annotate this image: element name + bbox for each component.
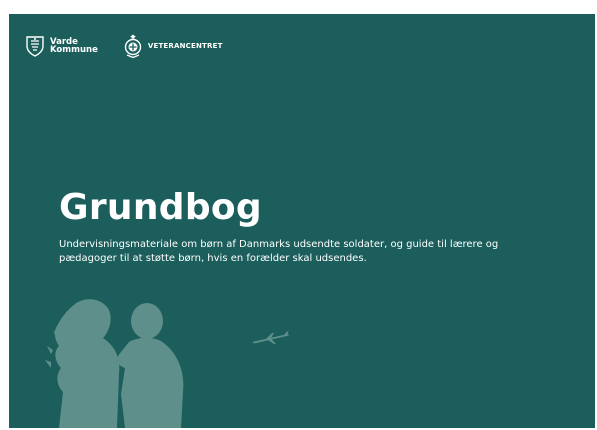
veterancentret-logo: VETERANCENTRET	[124, 34, 223, 58]
mother-and-child-silhouette	[45, 299, 184, 428]
page-subtitle: Undervisningsmateriale om børn af Danmar…	[59, 239, 499, 264]
logo-row: Varde Kommune VETERANCENTRET	[25, 34, 223, 58]
veterancentret-name: VETERANCENTRET	[147, 42, 223, 50]
municipality-name-line2: Kommune	[50, 45, 98, 55]
cover-page: Varde Kommune VETERANCENTRET Grundbog Un…	[9, 14, 595, 428]
page-title: Grundbog	[59, 187, 263, 228]
varde-kommune-logo: Varde Kommune	[25, 35, 98, 57]
veterancentret-emblem-icon	[124, 34, 142, 58]
municipality-name: Varde Kommune	[50, 38, 98, 55]
airplane-icon	[252, 331, 289, 344]
varde-crest-icon	[25, 35, 45, 57]
